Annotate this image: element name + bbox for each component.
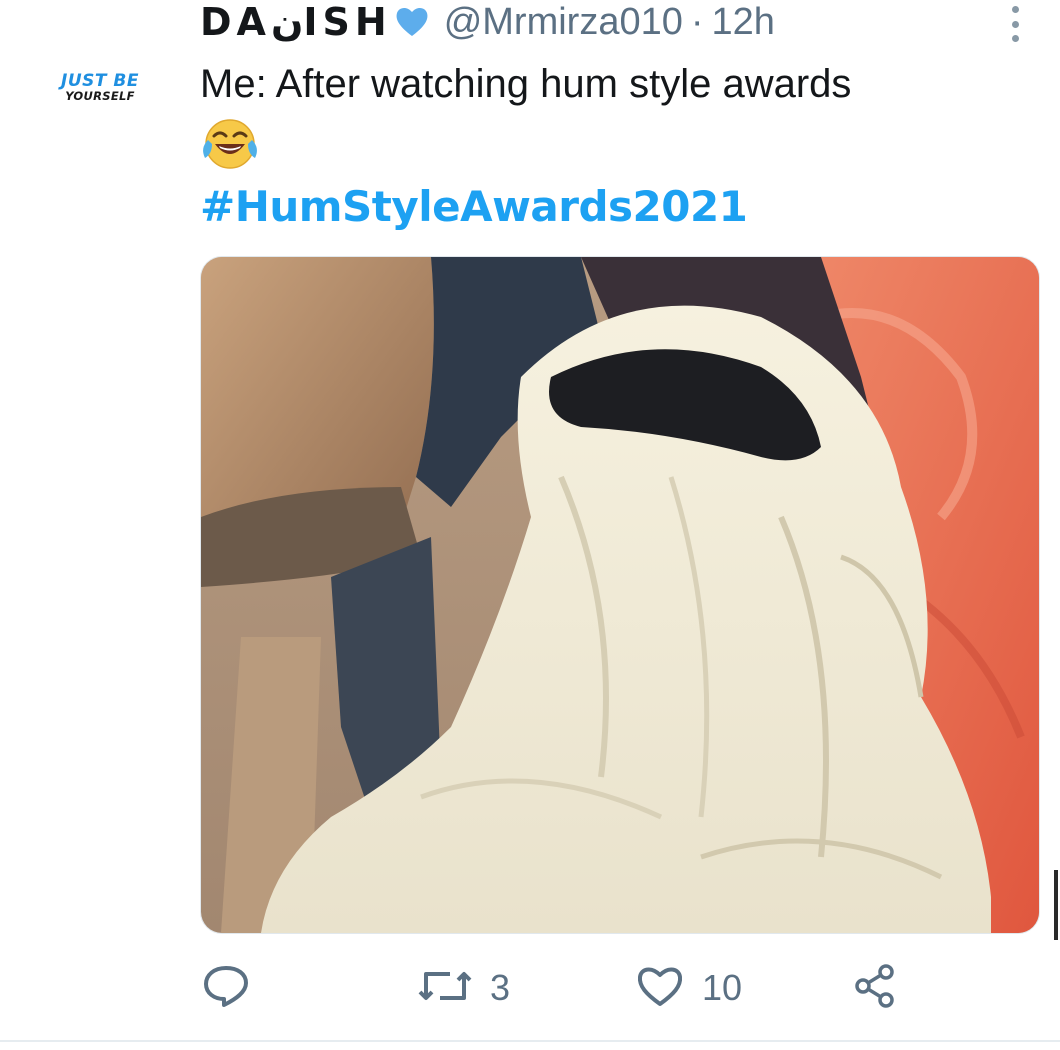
timestamp[interactable]: 12h xyxy=(712,1,775,44)
hashtag-link[interactable]: #HumStyleAwards2021 xyxy=(200,182,748,231)
retweet-icon xyxy=(418,966,472,1011)
more-options-icon[interactable] xyxy=(1005,6,1025,42)
tweet-photo[interactable] xyxy=(200,256,1040,934)
like-button[interactable]: 10 xyxy=(636,960,742,1016)
like-count: 10 xyxy=(702,967,743,1008)
tweet-text: Me: After watching hum style awards xyxy=(200,62,852,106)
reply-icon xyxy=(200,963,252,1014)
tweet-actions: 3 10 xyxy=(200,960,960,1016)
avatar-text-line1: JUST BE xyxy=(61,71,139,91)
share-button[interactable] xyxy=(852,960,898,1016)
display-name[interactable]: DAنISH xyxy=(200,0,392,44)
divider xyxy=(0,1040,1060,1042)
avatar-text-line2: YOURSELF xyxy=(65,89,135,103)
avatar[interactable]: JUST BE YOURSELF xyxy=(30,28,170,148)
face-with-tears-of-joy-icon xyxy=(200,118,260,170)
reply-button[interactable] xyxy=(200,960,252,1016)
heart-outline-icon xyxy=(636,964,684,1013)
user-handle[interactable]: @Mrmirza010 xyxy=(444,1,683,44)
tweet-header: DAنISH @Mrmirza010 · 12h xyxy=(200,0,775,44)
retweet-button[interactable]: 3 xyxy=(418,960,510,1016)
separator-dot: · xyxy=(690,0,704,43)
scrollbar[interactable] xyxy=(1054,870,1058,940)
share-icon xyxy=(852,963,898,1014)
retweet-count: 3 xyxy=(490,967,511,1008)
blue-heart-icon xyxy=(394,4,430,40)
